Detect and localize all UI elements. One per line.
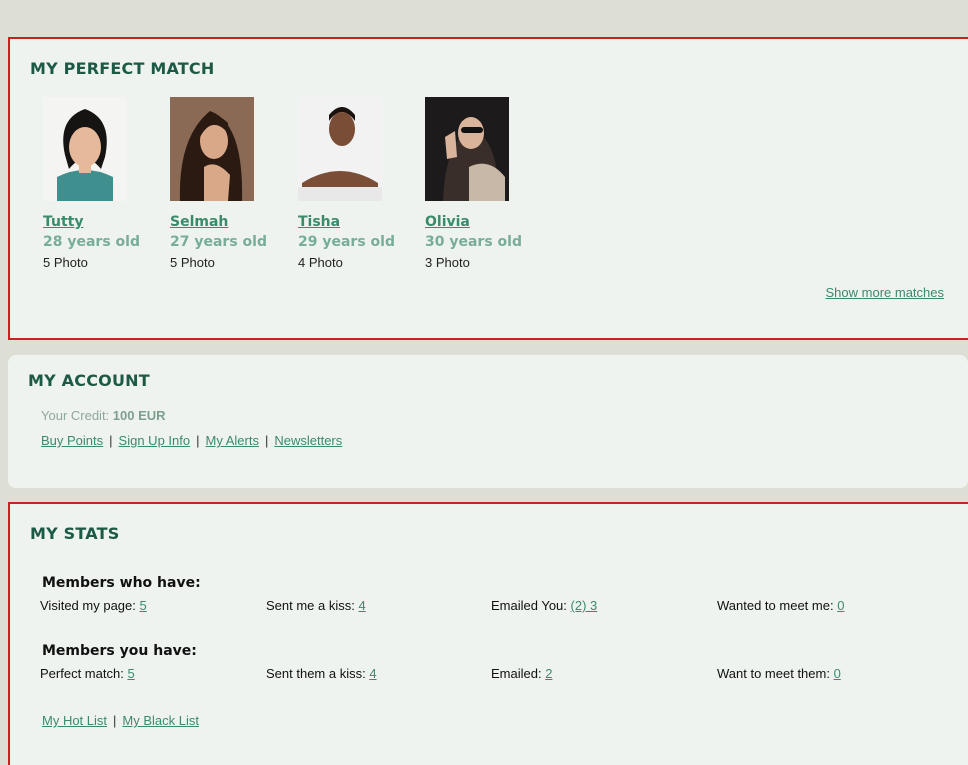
- match-photo[interactable]: [298, 97, 382, 201]
- stat-value-link[interactable]: 2: [545, 666, 552, 681]
- members-who-have-heading: Members who have:: [42, 575, 201, 591]
- stat-value-link[interactable]: 5: [127, 666, 134, 681]
- stat-label: Emailed:: [491, 666, 542, 681]
- members-you-have-heading: Members you have:: [42, 643, 197, 659]
- credit-value: 100 EUR: [112, 408, 166, 423]
- stat-emailed-you: Emailed You: (2) 3: [491, 598, 597, 613]
- match-photo-count: 5 Photo: [43, 255, 88, 270]
- stat-value-link[interactable]: (2) 3: [571, 598, 598, 613]
- match-photo-count: 4 Photo: [298, 255, 343, 270]
- buy-points-link[interactable]: Buy Points: [41, 433, 103, 448]
- match-age: 29 years old: [298, 234, 395, 250]
- stat-wanted-to-meet-me: Wanted to meet me: 0: [717, 598, 844, 613]
- stat-label: Want to meet them:: [717, 666, 830, 681]
- match-card: Tutty 28 years old 5 Photo: [43, 97, 163, 274]
- newsletters-link[interactable]: Newsletters: [274, 433, 342, 448]
- match-name-link[interactable]: Tutty: [43, 212, 163, 232]
- match-name-link[interactable]: Tisha: [298, 212, 418, 232]
- match-card: Tisha 29 years old 4 Photo: [298, 97, 418, 274]
- match-photo[interactable]: [425, 97, 509, 201]
- show-more-matches-link[interactable]: Show more matches: [826, 285, 945, 300]
- stat-emailed: Emailed: 2: [491, 666, 552, 681]
- stat-label: Wanted to meet me:: [717, 598, 834, 613]
- match-name-link[interactable]: Olivia: [425, 212, 545, 232]
- stats-panel: MY STATS Members who have: Visited my pa…: [8, 502, 968, 765]
- account-panel: MY ACCOUNT Your Credit: 100 EUR Buy Poin…: [8, 355, 968, 488]
- stat-value-link[interactable]: 4: [369, 666, 376, 681]
- my-alerts-link[interactable]: My Alerts: [205, 433, 258, 448]
- match-photo-count: 3 Photo: [425, 255, 470, 270]
- credit-line: Your Credit: 100 EUR: [41, 408, 166, 423]
- stat-value-link[interactable]: 5: [140, 598, 147, 613]
- stat-label: Visited my page:: [40, 598, 136, 613]
- credit-label: Your Credit:: [41, 408, 110, 423]
- stats-title: MY STATS: [30, 524, 120, 543]
- stat-value-link[interactable]: 0: [837, 598, 844, 613]
- account-links: Buy Points | Sign Up Info | My Alerts | Newsle…: [41, 433, 342, 448]
- stat-label: Sent me a kiss:: [266, 598, 355, 613]
- match-photo-count: 5 Photo: [170, 255, 215, 270]
- stat-sent-me-a-kiss: Sent me a kiss: 4: [266, 598, 366, 613]
- perfect-match-title: MY PERFECT MATCH: [30, 59, 215, 78]
- link-separator: |: [264, 433, 269, 448]
- link-separator: |: [113, 713, 117, 728]
- stat-sent-them-a-kiss: Sent them a kiss: 4: [266, 666, 377, 681]
- sign-up-info-link[interactable]: Sign Up Info: [119, 433, 191, 448]
- my-black-list-link[interactable]: My Black List: [122, 713, 199, 728]
- stat-visited-my-page: Visited my page: 5: [40, 598, 147, 613]
- my-hot-list-link[interactable]: My Hot List: [42, 713, 107, 728]
- match-photo[interactable]: [170, 97, 254, 201]
- stat-label: Sent them a kiss:: [266, 666, 366, 681]
- match-age: 27 years old: [170, 234, 267, 250]
- stat-label: Emailed You:: [491, 598, 567, 613]
- stat-label: Perfect match:: [40, 666, 124, 681]
- match-name-link[interactable]: Selmah: [170, 212, 290, 232]
- match-card: Selmah 27 years old 5 Photo: [170, 97, 290, 274]
- stat-perfect-match: Perfect match: 5: [40, 666, 135, 681]
- list-links: My Hot List | My Black List: [42, 713, 199, 728]
- link-separator: |: [109, 433, 113, 448]
- match-age: 28 years old: [43, 234, 140, 250]
- match-photo[interactable]: [43, 97, 127, 201]
- match-card: Olivia 30 years old 3 Photo: [425, 97, 545, 274]
- perfect-match-panel: MY PERFECT MATCH Tutty 28 years old 5 Ph…: [8, 37, 968, 340]
- stat-want-to-meet-them: Want to meet them: 0: [717, 666, 841, 681]
- stat-value-link[interactable]: 4: [359, 598, 366, 613]
- account-title: MY ACCOUNT: [28, 371, 150, 390]
- match-age: 30 years old: [425, 234, 522, 250]
- link-separator: |: [196, 433, 200, 448]
- stat-value-link[interactable]: 0: [834, 666, 841, 681]
